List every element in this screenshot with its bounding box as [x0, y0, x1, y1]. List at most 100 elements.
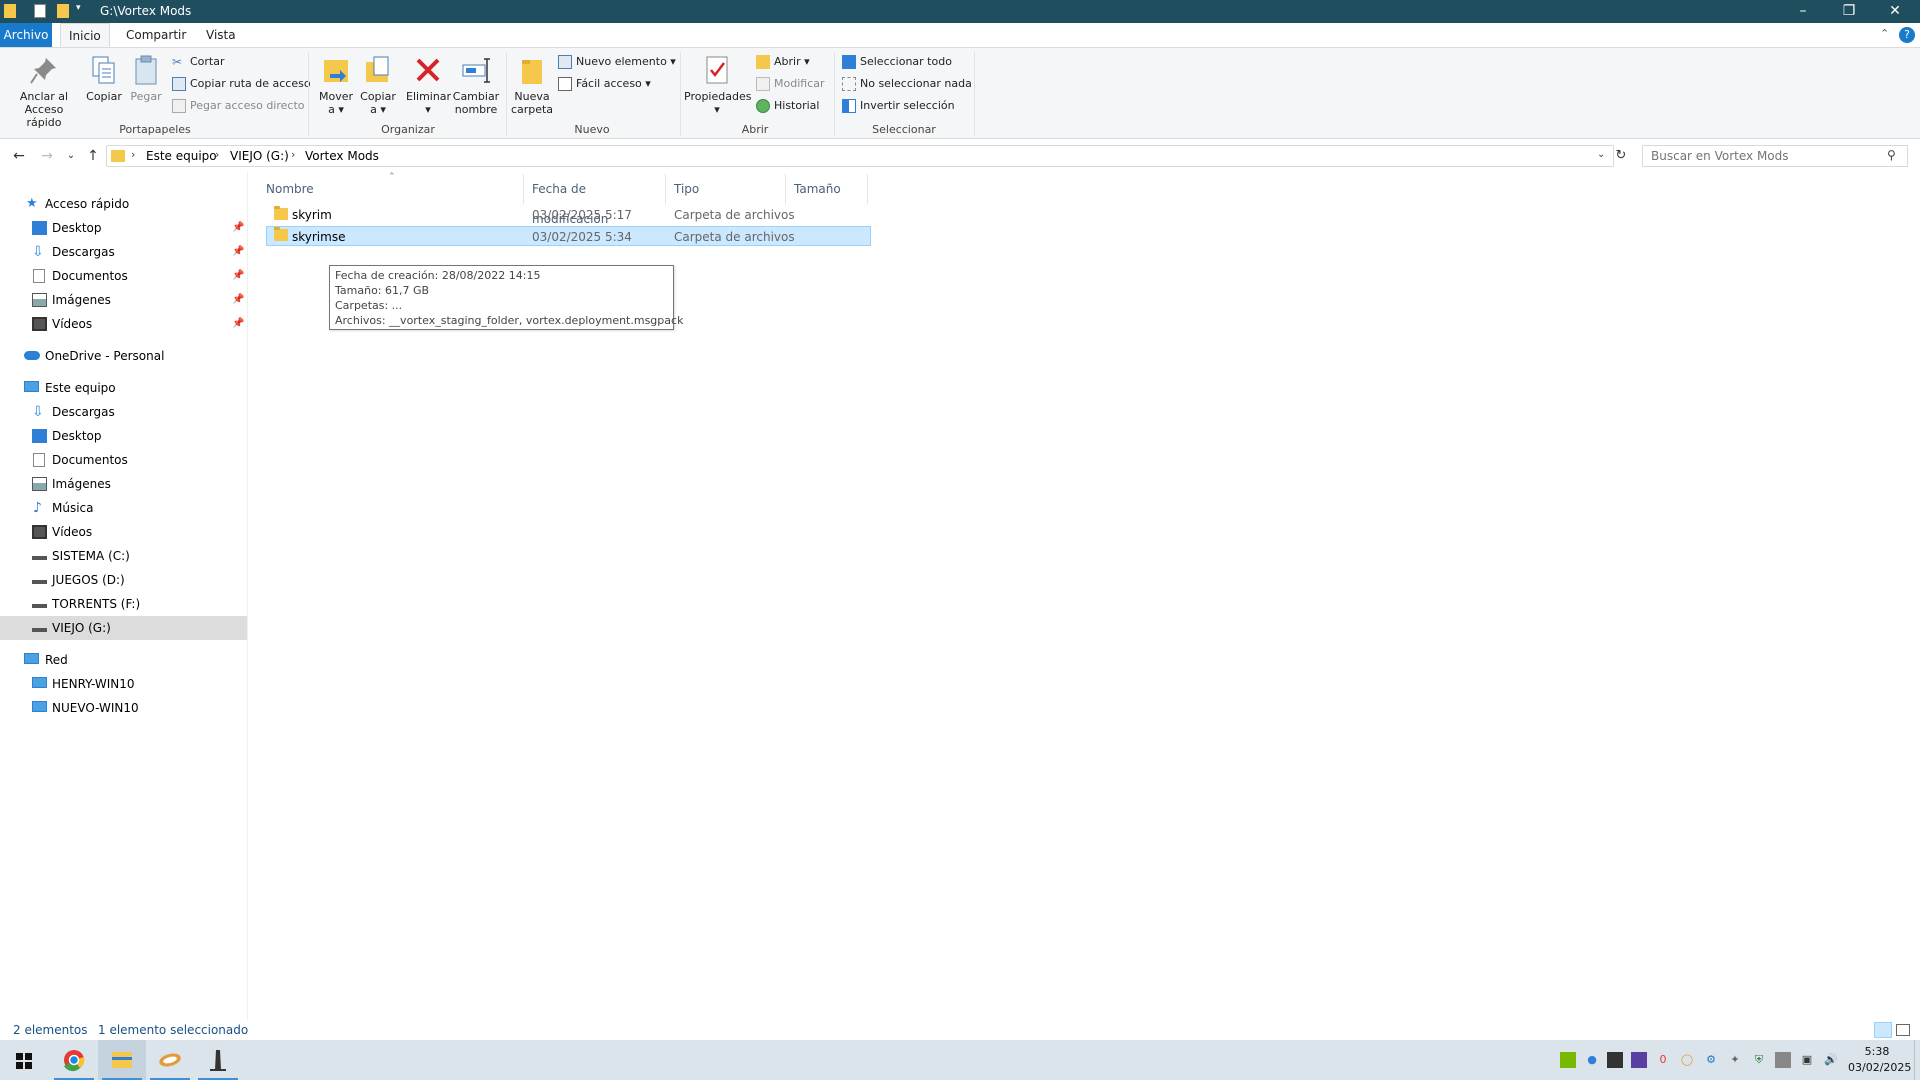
large-icons-view-icon[interactable] — [1896, 1024, 1910, 1036]
network-globe-icon[interactable]: ● — [1584, 1052, 1600, 1068]
nav-pc-videos[interactable]: Vídeos — [0, 520, 247, 544]
nav-pc-images[interactable]: Imágenes — [0, 472, 247, 496]
select-none-button[interactable]: No seleccionar nada — [840, 74, 972, 94]
open-button[interactable]: Abrir ▾ — [754, 52, 810, 72]
restore-button[interactable]: ❐ — [1826, 0, 1872, 23]
copy-to-button[interactable]: Copiar a ▾ — [358, 54, 398, 116]
pin-icon[interactable]: 📌 — [232, 216, 244, 240]
select-all-button[interactable]: Seleccionar todo — [840, 52, 952, 72]
chevron-right-icon[interactable]: › — [291, 148, 295, 161]
nav-quick-downloads[interactable]: ⇩ Descargas 📌 — [0, 240, 247, 264]
paste-button[interactable]: Pegar — [126, 54, 166, 103]
nav-quick-videos[interactable]: Vídeos 📌 — [0, 312, 247, 336]
pin-icon[interactable]: 📌 — [232, 240, 244, 264]
properties-quick-icon[interactable] — [34, 4, 46, 18]
properties-button[interactable]: Propiedades ▾ — [684, 54, 751, 116]
nav-drive-d[interactable]: JUEGOS (D:) — [0, 568, 247, 592]
column-header-size[interactable]: Tamaño — [786, 174, 868, 204]
new-folder-button[interactable]: Nueva carpeta — [510, 54, 554, 116]
table-row[interactable]: skyrimse 03/02/2025 5:34 Carpeta de arch… — [266, 226, 871, 246]
pin-icon[interactable]: 📌 — [232, 264, 244, 288]
collapse-ribbon-icon[interactable]: ⌃ — [1880, 27, 1889, 40]
clock[interactable]: 5:38 03/02/2025 — [1848, 1044, 1911, 1076]
pin-icon[interactable]: 📌 — [232, 288, 244, 312]
nav-pc-desktop[interactable]: Desktop — [0, 424, 247, 448]
pin-icon[interactable]: 📌 — [232, 312, 244, 336]
nav-drive-f[interactable]: TORRENTS (F:) — [0, 592, 247, 616]
taskbar-file-explorer[interactable] — [98, 1040, 146, 1080]
nav-quick-access[interactable]: ★ Acceso rápido — [0, 192, 247, 216]
taskbar-game-app[interactable] — [194, 1040, 242, 1080]
nav-quick-desktop[interactable]: Desktop 📌 — [0, 216, 247, 240]
security-shield-icon[interactable]: ⛨ — [1751, 1052, 1767, 1068]
customize-quick-access-icon[interactable]: ▾ — [76, 3, 81, 13]
volume-icon[interactable]: 🔊 — [1823, 1052, 1839, 1068]
notification-badge[interactable]: 0 — [1655, 1052, 1671, 1068]
nav-drive-g[interactable]: VIEJO (G:) — [0, 616, 247, 640]
gpu-monitor-icon[interactable] — [1631, 1052, 1647, 1068]
tab-archivo[interactable]: Archivo — [0, 23, 52, 47]
nav-onedrive[interactable]: OneDrive - Personal — [0, 344, 247, 368]
breadcrumb-vortex-mods[interactable]: Vortex Mods — [305, 149, 379, 163]
breadcrumb-viejo[interactable]: VIEJO (G:) — [230, 149, 289, 163]
history-button[interactable]: Historial — [754, 96, 819, 116]
search-icon[interactable]: ⚲ — [1887, 148, 1896, 162]
invert-selection-button[interactable]: Invertir selección — [840, 96, 955, 116]
column-header-name[interactable]: Nombre — [258, 174, 524, 204]
start-button[interactable] — [0, 1040, 48, 1080]
nav-network-nuevo[interactable]: NUEVO-WIN10 — [0, 696, 247, 720]
nav-network-henry[interactable]: HENRY-WIN10 — [0, 672, 247, 696]
details-view-icon[interactable] — [1874, 1022, 1892, 1038]
column-header-date[interactable]: Fecha de modificación — [524, 174, 666, 226]
help-icon[interactable]: ? — [1899, 27, 1915, 43]
taskbar-vortex[interactable] — [146, 1040, 194, 1080]
cut-button[interactable]: ✂ Cortar — [170, 52, 225, 72]
rename-button[interactable]: Cambiar nombre — [452, 54, 500, 116]
show-desktop-button[interactable] — [1914, 1040, 1920, 1080]
cpu-monitor-icon[interactable] — [1607, 1052, 1623, 1068]
edit-button[interactable]: Modificar — [754, 74, 825, 94]
settings-tray-icon[interactable]: ⚙ — [1703, 1052, 1719, 1068]
column-header-type[interactable]: Tipo — [666, 174, 786, 204]
nav-pc-documents[interactable]: Documentos — [0, 448, 247, 472]
pin-quick-access-button[interactable]: Anclar al Acceso rápido — [6, 54, 82, 129]
copy-button[interactable]: Copiar — [84, 54, 124, 103]
recent-locations-button[interactable]: ⌄ — [62, 148, 80, 164]
nav-drive-c[interactable]: SISTEMA (C:) — [0, 544, 247, 568]
chevron-right-icon[interactable]: › — [131, 148, 135, 161]
tab-inicio[interactable]: Inicio — [60, 23, 110, 47]
nvidia-icon[interactable] — [1560, 1052, 1576, 1068]
chevron-right-icon[interactable]: › — [215, 148, 219, 161]
up-button[interactable]: ↑ — [84, 148, 102, 164]
new-folder-quick-icon[interactable] — [57, 4, 69, 18]
paste-shortcut-button[interactable]: Pegar acceso directo — [170, 96, 305, 116]
search-input[interactable] — [1643, 146, 1873, 166]
address-box[interactable]: › Este equipo › VIEJO (G:) › Vortex Mods… — [106, 145, 1614, 167]
close-button[interactable]: ✕ — [1872, 0, 1918, 23]
minimize-button[interactable]: – — [1780, 0, 1826, 23]
move-to-button[interactable]: Mover a ▾ — [316, 54, 356, 116]
vortex-tray-icon[interactable]: ◯ — [1679, 1052, 1695, 1068]
tab-vista[interactable]: Vista — [198, 23, 244, 47]
taskbar-chrome[interactable] — [50, 1040, 98, 1080]
refresh-button[interactable]: ↻ — [1612, 148, 1630, 164]
breadcrumb-este-equipo[interactable]: Este equipo — [146, 149, 217, 163]
display-tray-icon[interactable] — [1775, 1052, 1791, 1068]
nav-quick-images[interactable]: Imágenes 📌 — [0, 288, 247, 312]
network-tray-icon[interactable]: ▣ — [1799, 1052, 1815, 1068]
forward-button[interactable]: → — [38, 148, 56, 164]
table-row[interactable]: skyrim 03/02/2025 5:17 Carpeta de archiv… — [266, 205, 871, 225]
tab-compartir[interactable]: Compartir — [118, 23, 194, 47]
nav-this-pc[interactable]: Este equipo — [0, 376, 247, 400]
easy-access-button[interactable]: Fácil acceso ▾ — [556, 74, 651, 94]
delete-button[interactable]: Eliminar ▾ — [406, 54, 451, 116]
back-button[interactable]: ← — [10, 148, 28, 164]
chevron-down-icon[interactable]: ⌄ — [1597, 149, 1605, 160]
copy-path-button[interactable]: Copiar ruta de acceso — [170, 74, 311, 94]
bluetooth-icon[interactable]: ✦ — [1727, 1052, 1743, 1068]
nav-pc-downloads[interactable]: ⇩ Descargas — [0, 400, 247, 424]
nav-network[interactable]: Red — [0, 648, 247, 672]
nav-pc-music[interactable]: ♪ Música — [0, 496, 247, 520]
nav-quick-documents[interactable]: Documentos 📌 — [0, 264, 247, 288]
new-item-button[interactable]: Nuevo elemento ▾ — [556, 52, 676, 72]
